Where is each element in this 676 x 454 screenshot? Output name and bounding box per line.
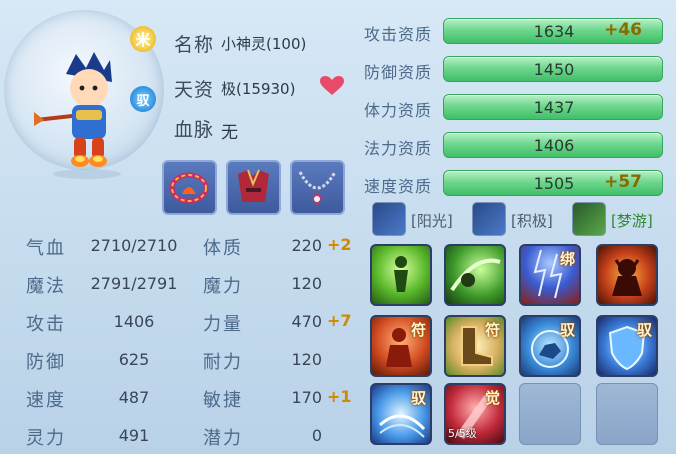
skill-water-swirl[interactable]: 驭	[370, 383, 432, 445]
aptitude-bar: 1437	[443, 94, 663, 120]
skill-red-awaken[interactable]: 觉 5/5级	[444, 383, 506, 445]
equip-slot-armor[interactable]	[226, 160, 281, 215]
necklace-icon	[298, 171, 337, 206]
skill-tag: 符	[410, 321, 426, 339]
demon-fire-icon	[612, 259, 642, 296]
aptitude-value: 1437	[533, 98, 575, 117]
skill-tag: 驭	[636, 321, 652, 339]
trait-sunshine-icon[interactable]	[372, 202, 406, 236]
stat-bonus: +7	[327, 311, 352, 330]
armor-icon	[238, 169, 269, 202]
aptitude-bonus: +46	[604, 20, 642, 40]
trait-sleepwalk-label: [梦游]	[611, 212, 653, 230]
aptitude-label: 防御资质	[364, 63, 433, 82]
bloodline-value: 无	[221, 123, 238, 143]
heart-icon[interactable]	[320, 76, 344, 96]
trait-sunshine-label: [阳光]	[411, 212, 453, 230]
stat-label: 潜力	[203, 428, 243, 449]
aptitude-label: 体力资质	[364, 101, 433, 120]
trait-positive-icon[interactable]	[472, 202, 506, 236]
stat-value: 220	[291, 236, 322, 255]
skill-level: 5/5级	[448, 427, 477, 440]
stat-label: 灵力	[26, 428, 66, 449]
stat-value: 1406	[113, 312, 155, 331]
talent-label: 天资	[174, 79, 215, 101]
aptitude-bar: 1406	[443, 132, 663, 158]
bloodline-label: 血脉	[174, 119, 215, 141]
stat-value: 0	[311, 426, 322, 445]
aptitude-bar: 1634 +46	[443, 18, 663, 44]
aptitude-value: 1406	[533, 136, 575, 155]
name-value: 小神灵(100)	[221, 35, 307, 53]
aptitude-bar: 1505 +57	[443, 170, 663, 196]
skill-beast-orb[interactable]: 驭	[519, 315, 581, 377]
trait-positive-label: [积极]	[511, 212, 553, 230]
stat-value: 2791/2791	[90, 274, 178, 293]
stat-label: 力量	[203, 314, 243, 335]
stat-value: 2710/2710	[90, 236, 178, 255]
stat-value: 625	[118, 350, 150, 369]
skill-green-slash[interactable]	[444, 244, 506, 306]
pet-sprite	[34, 52, 121, 179]
skill-green-aura[interactable]	[370, 244, 432, 306]
stat-bonus: +2	[327, 235, 352, 254]
aptitude-label: 攻击资质	[364, 25, 433, 44]
skill-slot-empty[interactable]	[596, 383, 658, 445]
stat-label: 耐力	[203, 352, 243, 373]
stat-label: 攻击	[26, 314, 66, 335]
stat-label: 速度	[26, 390, 66, 411]
skill-demon-fire[interactable]	[596, 244, 658, 306]
equip-slot-necklace[interactable]	[290, 160, 345, 215]
talent-value: 极(15930)	[221, 80, 296, 98]
equip-slot-bracelet[interactable]	[162, 160, 217, 215]
stat-label: 体质	[203, 238, 243, 259]
stat-label: 防御	[26, 352, 66, 373]
aptitude-label: 法力资质	[364, 139, 433, 158]
skill-lightning-bind[interactable]: 绑	[519, 244, 581, 306]
aptitude-bonus: +57	[604, 172, 642, 192]
stat-value: 120	[291, 274, 322, 293]
green-slash-icon	[450, 258, 501, 292]
stat-value: 487	[118, 388, 150, 407]
aptitude-bar: 1450	[443, 56, 663, 82]
stat-label: 魔法	[26, 276, 66, 297]
stat-value: 470	[291, 312, 322, 331]
skill-tag: 驭	[410, 389, 426, 407]
yu-badge-icon[interactable]: 驭	[130, 86, 156, 112]
aptitude-value: 1450	[533, 60, 575, 79]
skill-tag: 觉	[484, 389, 500, 407]
bracelet-icon	[169, 172, 209, 204]
stat-label: 敏捷	[203, 390, 243, 411]
stat-value: 170	[291, 388, 322, 407]
sun-badge-icon[interactable]: 米	[130, 26, 156, 52]
skill-slot-empty[interactable]	[519, 383, 581, 445]
skill-boot[interactable]: 符	[444, 315, 506, 377]
skill-shield[interactable]: 驭	[596, 315, 658, 377]
green-aura-icon	[394, 256, 408, 292]
aptitude-label: 速度资质	[364, 177, 433, 196]
skill-tag: 绑	[559, 250, 575, 268]
trait-sleepwalk-icon[interactable]	[572, 202, 606, 236]
stat-bonus: +1	[327, 387, 352, 406]
skill-tag: 驭	[559, 321, 575, 339]
skill-red-figure[interactable]: 符	[370, 315, 432, 377]
stat-label: 气血	[26, 238, 66, 259]
skill-tag: 符	[484, 321, 500, 339]
name-label: 名称	[174, 34, 215, 56]
stat-value: 120	[291, 350, 322, 369]
stat-label: 魔力	[203, 276, 243, 297]
stat-value: 491	[118, 426, 150, 445]
